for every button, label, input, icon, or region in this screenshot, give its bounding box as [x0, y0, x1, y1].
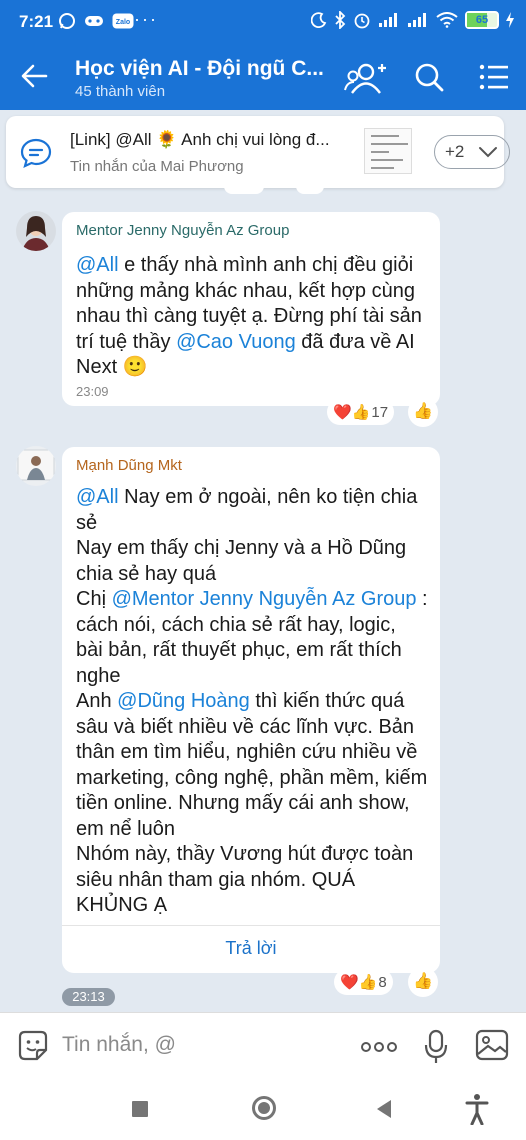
reaction-count: 8 [378, 973, 387, 991]
message-input[interactable]: Tin nhắn, @ [62, 1033, 176, 1057]
accessibility-icon[interactable] [465, 1093, 489, 1125]
like-button[interactable]: 👍 [408, 967, 438, 997]
member-count[interactable]: 45 thành viên [75, 83, 165, 100]
mention-link[interactable]: @Mentor Jenny Nguyễn Az Group [112, 588, 417, 610]
mention-link[interactable]: @All [76, 486, 119, 508]
status-bar: 7:21 Zalo ··· 65 [0, 0, 526, 46]
sender-name[interactable]: Mentor Jenny Nguyễn Az Group [76, 222, 289, 239]
charging-icon [506, 12, 514, 28]
message-segment: Anh [76, 690, 118, 712]
signal-icon [379, 13, 397, 27]
link-thumbnail [364, 128, 412, 174]
chevron-down-icon [479, 147, 497, 158]
moon-icon [311, 12, 327, 28]
reaction-summary[interactable]: ❤️👍 17 [327, 399, 395, 425]
message-text: @All e thấy nhà mình anh chị đều giỏi nh… [76, 253, 428, 381]
message-segment: Chị [76, 588, 112, 610]
back-arrow-icon[interactable] [20, 62, 48, 90]
like-button[interactable]: 👍 [408, 397, 438, 427]
alarm-icon [354, 13, 370, 29]
status-time: 7:21 [19, 12, 54, 31]
whatsapp-icon [59, 13, 75, 29]
nav-square-icon[interactable] [131, 1100, 149, 1118]
nav-back-icon[interactable] [375, 1099, 393, 1119]
message-segment: Nay em thấy chị Jenny và a Hồ Dũng chia … [76, 537, 407, 585]
system-nav-bar [0, 1078, 526, 1140]
mention-link[interactable]: @All [76, 254, 119, 276]
pinned-text: [Link] @All 🌻 Anh chị vui lòng đ... [70, 130, 330, 149]
reaction-icons: ❤️👍 [333, 404, 371, 421]
more-icon[interactable] [360, 1041, 398, 1053]
svg-text:Zalo: Zalo [116, 19, 130, 26]
chat-bubble-icon [20, 138, 52, 168]
image-icon[interactable] [475, 1029, 509, 1061]
avatar[interactable] [16, 211, 56, 251]
nav-circle-icon[interactable] [251, 1095, 277, 1121]
reaction-icons: ❤️👍 [340, 974, 378, 991]
wifi-icon [436, 12, 458, 28]
message-time: 23:09 [76, 384, 109, 399]
message-bubble[interactable]: Mạnh Dũng Mkt @All Nay em ở ngoài, nên k… [62, 447, 440, 973]
message-composer: Tin nhắn, @ [0, 1012, 526, 1078]
reaction-count: 17 [371, 403, 389, 421]
group-title[interactable]: Học viện AI - Đội ngũ C... [75, 57, 324, 81]
message-time: 23:13 [62, 988, 115, 1006]
mention-link[interactable]: @Dũng Hoàng [117, 690, 250, 712]
menu-icon[interactable] [479, 62, 509, 92]
mention-link[interactable]: @Cao Vuong [176, 331, 296, 353]
sender-name[interactable]: Mạnh Dũng Mkt [76, 457, 182, 474]
avatar[interactable] [16, 446, 56, 486]
message-bubble[interactable]: Mentor Jenny Nguyễn Az Group @All e thấy… [62, 212, 440, 406]
reaction-summary[interactable]: ❤️👍 8 [334, 969, 393, 995]
game-icon [85, 16, 103, 26]
battery-indicator: 65 [465, 11, 499, 29]
sticker-icon[interactable] [16, 1029, 50, 1063]
more-pinned-button[interactable]: +2 [434, 135, 510, 169]
zalo-icon: Zalo [112, 13, 134, 29]
message-segment: thì kiến thức quá sâu và biết nhiều về c… [76, 690, 428, 840]
pinned-sender: Tin nhắn của Mai Phương [70, 158, 244, 175]
status-more-icon: ··· [134, 9, 158, 29]
chat-header: Học viện AI - Đội ngũ C... 45 thành viên [0, 46, 526, 110]
add-member-icon[interactable] [344, 62, 390, 96]
signal-icon [408, 13, 426, 27]
message-text: @All Nay em ở ngoài, nên ko tiện chia sẻ… [76, 485, 428, 919]
microphone-icon[interactable] [424, 1029, 448, 1065]
bluetooth-icon [335, 11, 346, 29]
message-segment: Nay em ở ngoài, nên ko tiện chia sẻ [76, 486, 418, 534]
reply-button[interactable]: Trả lời [62, 938, 440, 959]
pinned-message-bar[interactable]: [Link] @All 🌻 Anh chị vui lòng đ... Tin … [6, 116, 510, 188]
message-segment: Nhóm này, thầy Vương hút được toàn siêu … [76, 843, 414, 916]
search-icon[interactable] [414, 62, 444, 94]
